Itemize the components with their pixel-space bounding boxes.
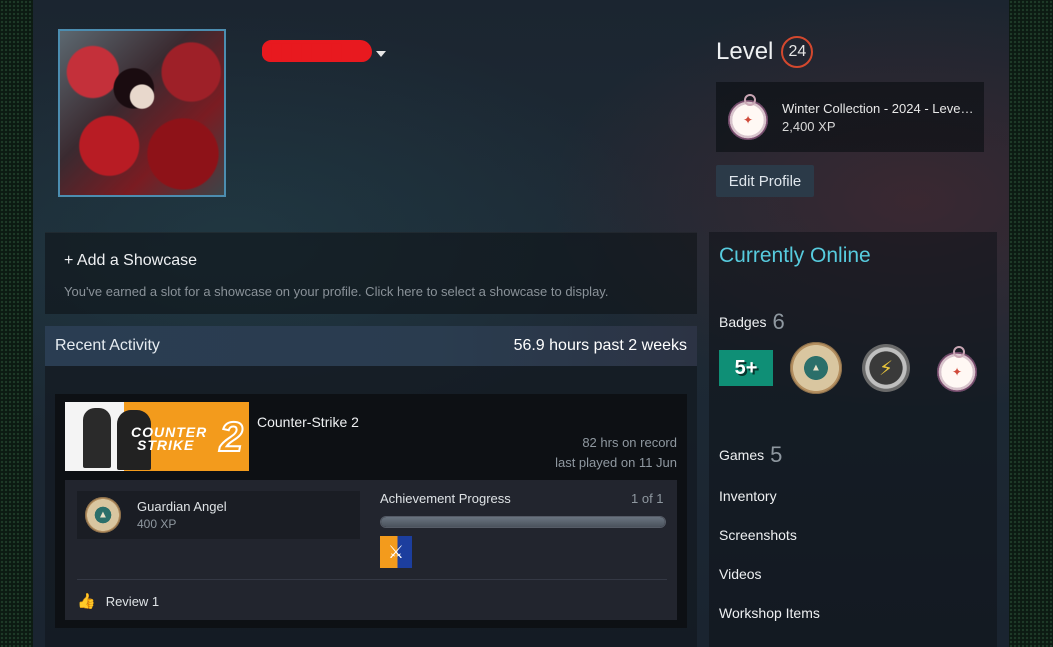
featured-badge-xp: 2,400 XP (782, 118, 836, 134)
online-status: Currently Online (719, 244, 871, 267)
avatar[interactable] (58, 29, 226, 197)
game-capsule-logo: COUNTER STRIKE (131, 424, 208, 453)
game-title-link[interactable]: Counter-Strike 2 (257, 414, 359, 430)
game-capsule-logo-number: 2 (219, 413, 244, 460)
recent-activity-hours: 56.9 hours past 2 weeks (513, 337, 687, 354)
sidebar-item-videos[interactable]: Videos (719, 566, 762, 582)
games-count: 5 (770, 442, 783, 467)
sidebar-item-games[interactable]: Games 5 (719, 442, 782, 468)
sidebar-item-badges[interactable]: Badges 6 (719, 309, 785, 335)
achievement-progress-count: 1 of 1 (631, 491, 664, 506)
sidebar-panel (709, 232, 997, 647)
game-hours-on-record: 82 hrs on record (582, 435, 677, 450)
sidebar-item-screenshots[interactable]: Screenshots (719, 527, 797, 543)
level-badge[interactable]: 24 (781, 36, 814, 68)
featured-badge-name: Winter Collection - 2024 - Leve… (782, 100, 974, 116)
compass-icon (728, 94, 768, 140)
badge-list: 5+ ⚡ (719, 342, 977, 394)
soldier-figure (83, 408, 111, 468)
achievement-name: Guardian Angel (137, 499, 227, 514)
profile-name-area[interactable]: ████████ (262, 40, 386, 62)
divider (77, 579, 667, 580)
add-showcase-title: + Add a Showcase (64, 252, 197, 269)
guardian-angel-medal-icon (85, 497, 121, 533)
review-label: Review 1 (105, 593, 160, 609)
achievement-progress-fill (381, 517, 665, 527)
achievement-xp: 400 XP (137, 517, 177, 531)
chevron-down-icon[interactable] (376, 51, 386, 57)
background-pattern-right (1009, 0, 1053, 647)
sidebar-item-workshop[interactable]: Workshop Items (719, 605, 820, 621)
add-showcase-panel[interactable]: + Add a Showcase You've earned a slot fo… (45, 232, 697, 314)
achievement-progress-bar (380, 516, 666, 528)
games-label: Games (719, 447, 765, 463)
game-last-played: last played on 11 Jun (555, 455, 677, 470)
review-link[interactable]: 👍 Review 1 (77, 592, 159, 610)
background-pattern-left (0, 0, 33, 647)
guardian-medal-badge-icon[interactable] (790, 342, 842, 394)
thumbs-up-icon: 👍 (77, 593, 96, 610)
soldier-icon: ⚔ (387, 541, 405, 562)
game-capsule-image[interactable]: COUNTER STRIKE 2 (65, 402, 249, 471)
level-label: Level (716, 38, 774, 65)
five-plus-badge-icon[interactable]: 5+ (719, 350, 773, 386)
sidebar-item-inventory[interactable]: Inventory (719, 488, 777, 504)
recent-activity-title: Recent Activity (55, 337, 160, 354)
edit-profile-button[interactable]: Edit Profile (716, 165, 814, 197)
recent-activity-header: Recent Activity 56.9 hours past 2 weeks (45, 326, 697, 366)
lightning-bolt-badge-icon[interactable]: ⚡ (862, 344, 910, 392)
badges-label: Badges (719, 314, 767, 330)
achievement-tile[interactable]: Guardian Angel 400 XP (77, 491, 360, 539)
achievement-icon[interactable]: ⚔ (380, 536, 412, 568)
badges-count: 6 (772, 309, 785, 334)
add-showcase-description: You've earned a slot for a showcase on y… (64, 284, 609, 299)
username-redacted: ████████ (262, 40, 372, 62)
level-display: Level 24 (716, 36, 814, 68)
featured-badge[interactable]: Winter Collection - 2024 - Leve… 2,400 X… (716, 82, 984, 152)
compass-badge-icon[interactable] (937, 346, 977, 392)
achievement-progress-label: Achievement Progress (380, 491, 511, 506)
